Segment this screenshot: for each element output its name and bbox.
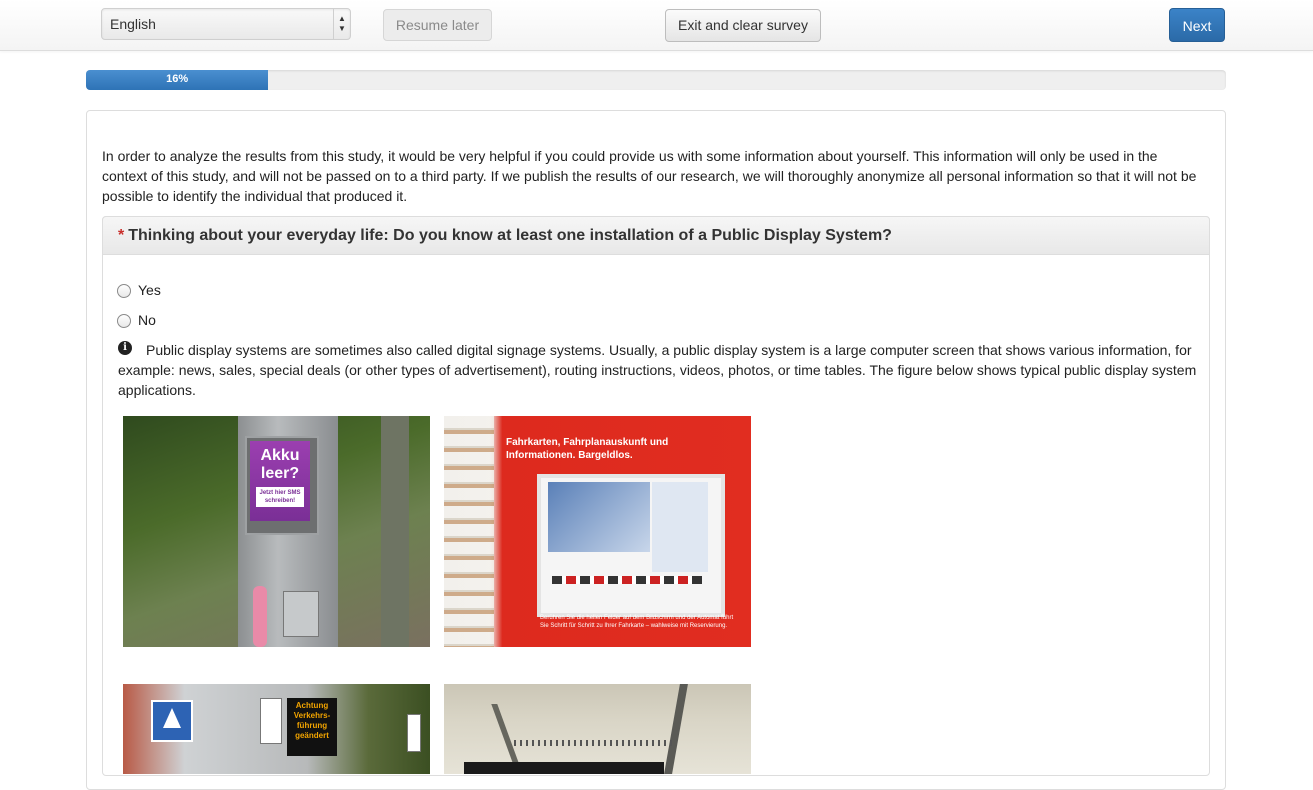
language-flags — [552, 576, 702, 584]
ticket-machine-photo: Fahrkarten, Fahrplanauskunft und Informa… — [444, 416, 751, 647]
info-circle-icon: i — [118, 341, 132, 355]
payphone-display: Akku leer? Jetzt hier SMS schreiben! — [250, 441, 310, 521]
crosswalk-sign-icon — [151, 700, 193, 742]
led-sign: Achtung Verkehrs-führung geändert — [287, 698, 337, 756]
keypad — [283, 591, 319, 637]
payphone-display-sub: Jetzt hier SMS schreiben! — [256, 487, 304, 507]
select-arrows-icon: ▲ ▼ — [333, 9, 350, 39]
top-navbar: English ▲ ▼ Resume later Exit and clear s… — [0, 0, 1313, 51]
option-yes-label[interactable]: Yes — [138, 282, 161, 298]
small-sign — [260, 698, 282, 744]
language-select-value: English — [110, 16, 156, 32]
ticket-machine-screen-image — [548, 482, 650, 552]
progress-bar-fill: 16% — [86, 70, 269, 90]
bird-spikes — [514, 740, 674, 746]
radio-no[interactable] — [117, 314, 131, 328]
next-button[interactable]: Next — [1169, 8, 1225, 42]
language-select[interactable]: English ▲ ▼ — [101, 8, 351, 40]
payphone-photo: Akku leer? Jetzt hier SMS schreiben! — [123, 416, 430, 647]
intro-text: In order to analyze the results from thi… — [102, 148, 1197, 204]
help-text: Public display systems are sometimes als… — [118, 342, 1197, 398]
progress-label: 16% — [166, 73, 189, 85]
street-sign-photo: Achtung Verkehrs-führung geändert — [123, 684, 430, 774]
small-sign-right — [407, 714, 421, 752]
ticket-machine-headline: Fahrkarten, Fahrplanauskunft und Informa… — [506, 437, 669, 461]
required-mark: * — [118, 227, 125, 244]
exit-clear-survey-button[interactable]: Exit and clear survey — [665, 9, 821, 42]
question-text: Thinking about your everyday life: Do yo… — [128, 227, 892, 244]
station-display-photo — [444, 684, 751, 774]
shop-background — [444, 416, 494, 647]
payphone-display-text: Akku leer? — [260, 447, 300, 482]
progress-bar-track: 16% — [86, 70, 1226, 90]
question-header: * Thinking about your everyday life: Do y… — [102, 216, 1210, 255]
ticket-machine-footer: Berühren Sie die hellen Felder auf dem B… — [540, 615, 734, 629]
ticket-machine-screen-panel — [652, 482, 708, 572]
radio-yes[interactable] — [117, 284, 131, 298]
roof-beam — [664, 684, 688, 774]
shelter-frame — [381, 416, 409, 647]
resume-later-button[interactable]: Resume later — [383, 9, 492, 41]
option-no-label[interactable]: No — [138, 312, 156, 328]
question-title: * Thinking about your everyday life: Do y… — [118, 227, 892, 245]
handset — [253, 586, 267, 647]
